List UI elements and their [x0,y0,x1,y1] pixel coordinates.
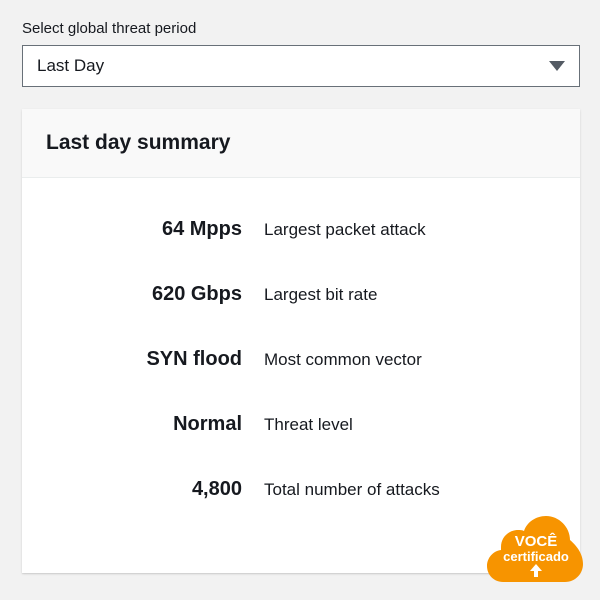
metric-value: 620 Gbps [46,283,264,306]
metric-row: SYN flood Most common vector [46,348,556,371]
metric-row: 64 Mpps Largest packet attack [46,218,556,241]
metric-label: Most common vector [264,350,422,370]
period-select[interactable]: Last Day [22,45,580,87]
metric-value: Normal [46,413,264,436]
metric-value: 64 Mpps [46,218,264,241]
summary-title: Last day summary [46,131,556,155]
metric-label: Total number of attacks [264,480,440,500]
summary-header: Last day summary [22,109,580,178]
metric-row: 620 Gbps Largest bit rate [46,283,556,306]
period-select-value: Last Day [37,56,104,76]
period-select-label: Select global threat period [22,20,580,37]
metric-label: Largest bit rate [264,285,377,305]
badge-text-1: VOCÊ [515,532,558,550]
metric-label: Largest packet attack [264,220,426,240]
chevron-down-icon [549,61,565,71]
metric-label: Threat level [264,415,353,435]
metric-row: 4,800 Total number of attacks [46,478,556,501]
certification-badge: VOCÊ certificado [478,508,594,588]
metric-value: 4,800 [46,478,264,501]
main-panel: Select global threat period Last Day Las… [0,0,600,593]
badge-text-2: certificado [503,549,569,564]
summary-card: Last day summary 64 Mpps Largest packet … [22,109,580,573]
metric-value: SYN flood [46,348,264,371]
metric-row: Normal Threat level [46,413,556,436]
period-select-wrap: Last Day [22,45,580,87]
